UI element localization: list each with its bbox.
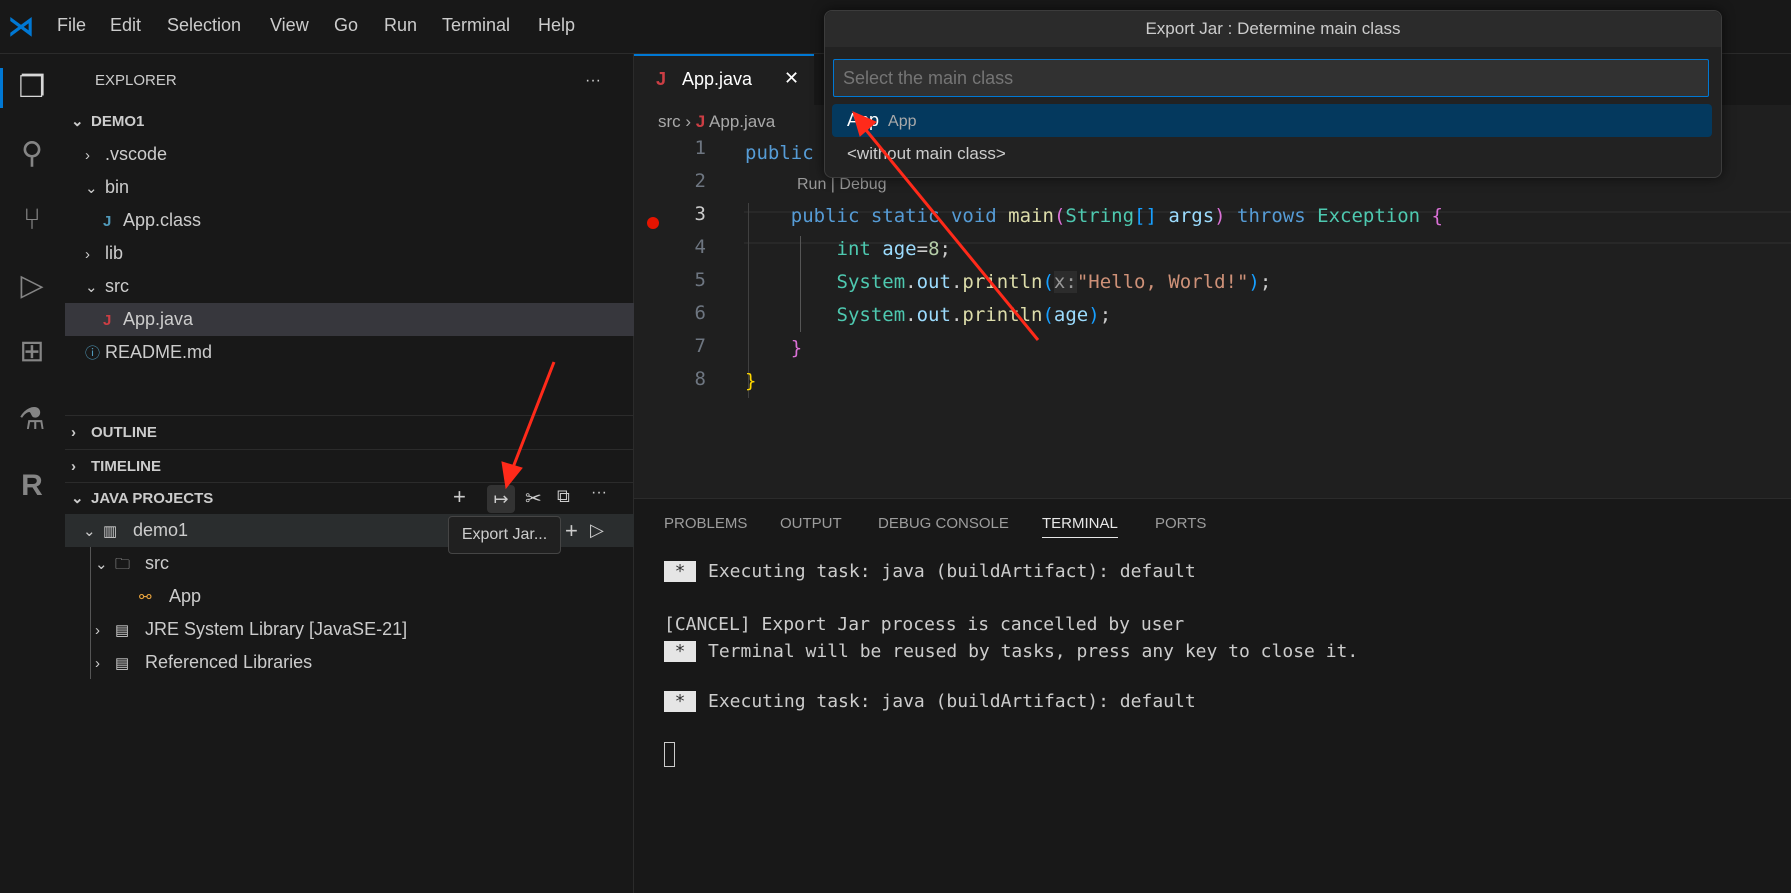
annotation-arrow — [501, 361, 556, 490]
annotation-arrows — [501, 111, 1040, 490]
annotation-arrow — [852, 111, 1040, 341]
